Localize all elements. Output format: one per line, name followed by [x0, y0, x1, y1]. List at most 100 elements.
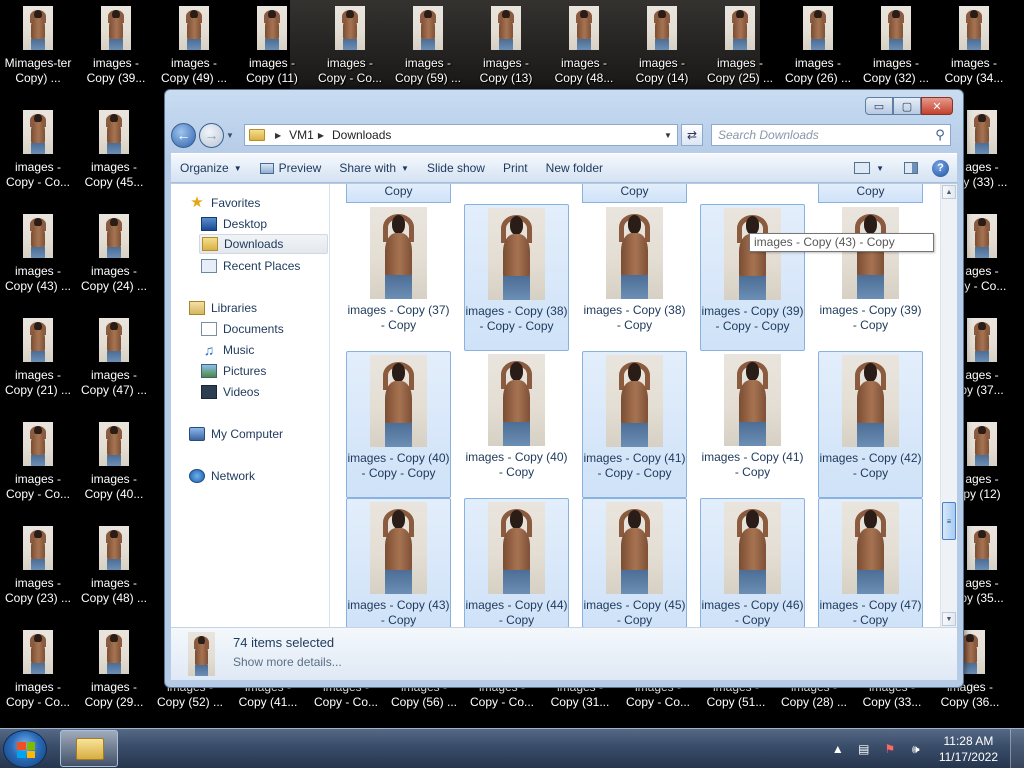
file-item[interactable]: images - Copy (39) - Copy - Copy — [700, 204, 805, 351]
show-hidden-icons-icon[interactable]: ▲ — [829, 741, 847, 757]
desktop-icon-label-line2: Copy - Co... — [317, 71, 383, 85]
refresh-button[interactable]: ⇄ — [681, 124, 703, 146]
file-item[interactable]: images - Copy (47) - Copy — [818, 498, 923, 627]
organize-button[interactable]: Organize ▼ — [171, 154, 251, 182]
search-input[interactable]: Search Downloads ⚲ — [711, 124, 951, 146]
show-desktop-button[interactable] — [1010, 729, 1024, 768]
file-item[interactable]: images - Copy (37) - Copy — [346, 204, 451, 351]
file-item[interactable]: images - Copy (43) - Copy — [346, 498, 451, 627]
breadcrumb-downloads[interactable]: Downloads — [332, 128, 391, 142]
nav-pictures[interactable]: Pictures — [201, 361, 266, 381]
vertical-scrollbar[interactable]: ▲ ≡ ▼ — [940, 184, 957, 627]
desktop-icon-item[interactable]: Mimages-ter Copy) ... — [0, 6, 76, 86]
desktop-icon-item[interactable]: images - Copy (14) — [624, 6, 700, 86]
explorer-window[interactable]: ▭ ▢ ✕ ← → ▼ ▶ VM1 ▶ Downloads ▼ ⇄ Search… — [164, 89, 964, 688]
desktop-icon-item[interactable]: images - Copy (43) ... — [0, 214, 76, 294]
nav-favorites[interactable]: ★ Favorites — [189, 193, 260, 213]
desktop-icon-item[interactable]: images - Copy (45... — [76, 110, 152, 190]
slide-show-button[interactable]: Slide show — [418, 154, 494, 182]
nav-my-computer[interactable]: My Computer — [189, 424, 283, 444]
view-dropdown-icon[interactable]: ▼ — [876, 164, 884, 173]
desktop-icon-item[interactable]: images -Copy - Co... — [0, 630, 76, 710]
desktop-icon-item[interactable]: images - Copy (40... — [76, 422, 152, 502]
desktop-icon-item[interactable]: images - Copy (48... — [546, 6, 622, 86]
desktop-icon-item[interactable]: images - Copy (48) ... — [76, 526, 152, 606]
desktop-icon-item[interactable]: images - Copy (23) ... — [0, 526, 76, 606]
desktop-icon-item[interactable]: images - Copy (39... — [78, 6, 154, 86]
desktop-icon-item[interactable]: images - Copy (59) ... — [390, 6, 466, 86]
image-thumbnail — [967, 110, 997, 154]
desktop-icon-item[interactable]: images - Copy (47) ... — [76, 318, 152, 398]
print-button[interactable]: Print — [494, 154, 537, 182]
start-button[interactable] — [3, 730, 47, 768]
taskbar-explorer-button[interactable] — [60, 730, 118, 767]
file-item[interactable]: images - Copy (40) - Copy - Copy — [346, 351, 451, 498]
nav-libraries[interactable]: Libraries — [189, 298, 257, 318]
nav-recent-places[interactable]: Recent Places — [201, 256, 300, 276]
desktop-icon-item[interactable]: images - Copy (24) ... — [76, 214, 152, 294]
desktop-icon-item[interactable]: images - Copy (34... — [936, 6, 1012, 86]
file-item-partial[interactable] — [700, 184, 805, 203]
file-item[interactable]: images - Copy (38) - Copy — [582, 204, 687, 351]
maximize-button[interactable]: ▢ — [893, 97, 921, 115]
file-item-partial[interactable]: Copy — [818, 184, 923, 203]
change-view-icon[interactable] — [854, 162, 871, 174]
preview-button[interactable]: Preview — [251, 154, 331, 182]
volume-icon[interactable]: 🕪 — [907, 741, 925, 757]
forward-button[interactable]: → — [199, 122, 224, 148]
help-icon[interactable]: ? — [932, 159, 949, 177]
scroll-up-arrow[interactable]: ▲ — [942, 185, 956, 199]
desktop-icon-item[interactable]: images -Copy - Co... — [0, 110, 76, 190]
file-item[interactable]: images - Copy (38) - Copy - Copy — [464, 204, 569, 351]
close-button[interactable]: ✕ — [921, 97, 953, 115]
desktop-icon-item[interactable]: images - Copy (21) ... — [0, 318, 76, 398]
chevron-right-icon[interactable]: ▶ — [318, 131, 324, 140]
nav-network[interactable]: Network — [189, 466, 255, 486]
scroll-down-arrow[interactable]: ▼ — [942, 612, 956, 626]
network-tray-icon[interactable]: ▤ — [855, 741, 873, 757]
nav-music[interactable]: ♫ Music — [201, 340, 255, 360]
desktop-icon-item[interactable]: images - Copy (11) — [234, 6, 310, 86]
desktop-icon-label-line2: Copy - Co... — [469, 695, 535, 709]
file-item-partial[interactable] — [464, 184, 569, 203]
action-center-flag-icon[interactable]: ⚑ — [881, 741, 899, 757]
desktop-icon-label-line2: Copy (32) ... — [862, 71, 930, 85]
share-with-button[interactable]: Share with ▼ — [330, 154, 418, 182]
file-item[interactable]: images - Copy (41) - Copy - Copy — [582, 351, 687, 498]
search-icon[interactable]: ⚲ — [930, 127, 950, 143]
file-item-partial[interactable]: Copy — [582, 184, 687, 203]
show-more-details-link[interactable]: Show more details... — [233, 655, 342, 669]
desktop-icon-item[interactable]: images - Copy (25) ... — [702, 6, 778, 86]
desktop-icon-item[interactable]: images - Copy (32) ... — [858, 6, 934, 86]
file-item[interactable]: images - Copy (44) - Copy — [464, 498, 569, 627]
nav-videos[interactable]: Videos — [201, 382, 259, 402]
back-button[interactable]: ← — [171, 122, 196, 148]
file-item-partial[interactable]: Copy — [346, 184, 451, 203]
nav-documents[interactable]: Documents — [201, 319, 284, 339]
minimize-button[interactable]: ▭ — [865, 97, 893, 115]
nav-downloads[interactable]: Downloads — [199, 234, 328, 254]
desktop-icon-item[interactable]: images -Copy - Co... — [312, 6, 388, 86]
address-dropdown-icon[interactable]: ▼ — [659, 131, 677, 140]
desktop-icon-item[interactable]: images - Copy (13) — [468, 6, 544, 86]
nav-desktop[interactable]: Desktop — [201, 214, 267, 234]
file-item[interactable]: images - Copy (46) - Copy — [700, 498, 805, 627]
file-item[interactable]: images - Copy (45) - Copy — [582, 498, 687, 627]
file-item[interactable]: images - Copy (40) - Copy — [464, 351, 569, 498]
scroll-thumb[interactable]: ≡ — [942, 502, 956, 540]
clock[interactable]: 11:28 AM 11/17/2022 — [939, 733, 998, 765]
desktop-icon-item[interactable]: images - Copy (29... — [76, 630, 152, 710]
desktop-icon-item[interactable]: images - Copy (26) ... — [780, 6, 856, 86]
file-item[interactable]: images - Copy (41) - Copy — [700, 351, 805, 498]
preview-pane-icon[interactable] — [904, 162, 918, 174]
desktop-icon-item[interactable]: images - Copy (49) ... — [156, 6, 232, 86]
desktop-icon-item[interactable]: images -Copy - Co... — [0, 422, 76, 502]
file-item[interactable]: images - Copy (42) - Copy — [818, 351, 923, 498]
new-folder-button[interactable]: New folder — [537, 154, 612, 182]
address-bar[interactable]: ▶ VM1 ▶ Downloads ▼ — [244, 124, 678, 146]
breadcrumb-vm1[interactable]: VM1 — [289, 128, 314, 142]
image-thumbnail — [842, 502, 899, 594]
recent-pages-dropdown[interactable]: ▼ — [226, 131, 238, 140]
chevron-right-icon[interactable]: ▶ — [275, 131, 281, 140]
file-item[interactable]: images - Copy (39) - Copy — [818, 204, 923, 351]
